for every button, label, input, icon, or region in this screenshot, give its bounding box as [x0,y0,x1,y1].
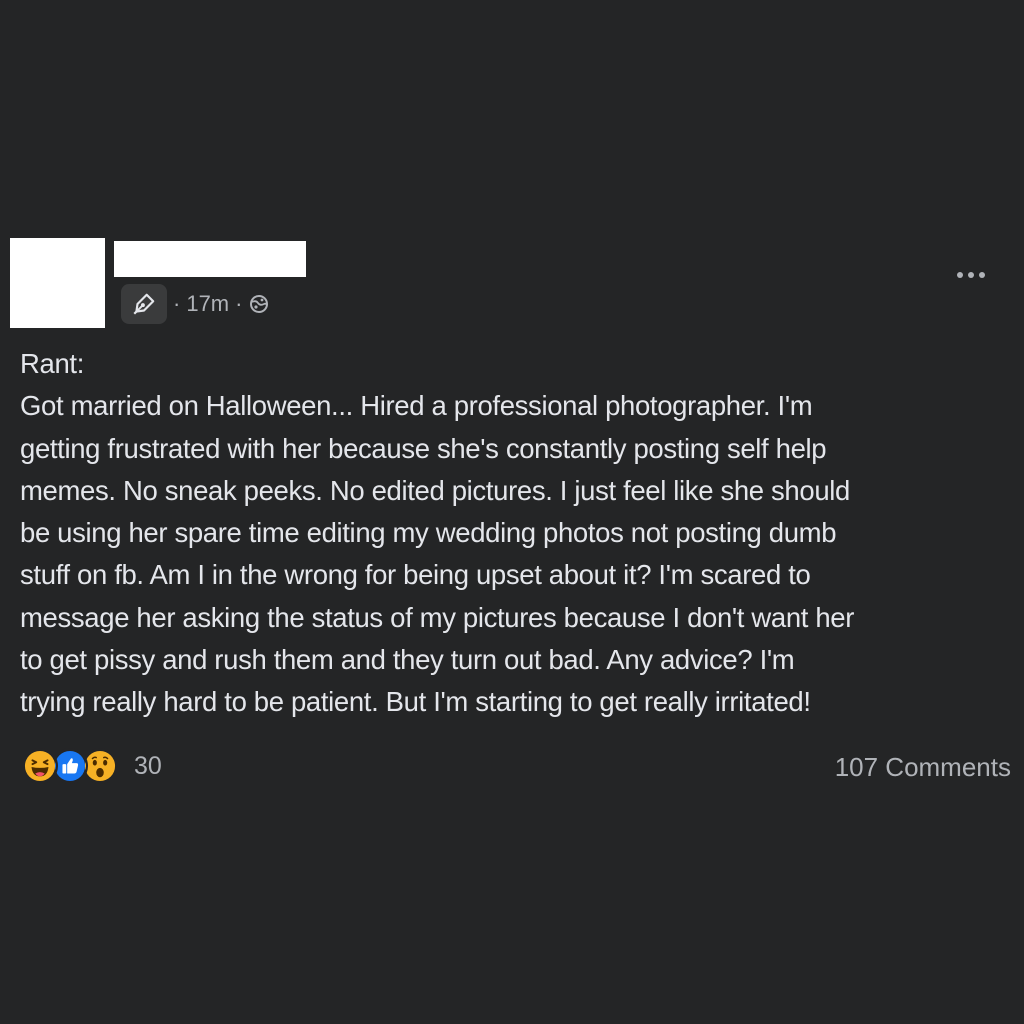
reaction-count[interactable]: 30 [134,752,162,781]
post-timestamp[interactable]: 17m [186,291,229,317]
author-name-redacted[interactable] [114,241,306,277]
post-body: Rant: Got married on Halloween... Hired … [20,343,1016,724]
globe-icon[interactable] [248,293,270,315]
avatar[interactable] [10,238,105,328]
post-text-line: getting frustrated with her because she'… [20,432,827,464]
comments-count-link[interactable]: 107 Comments [835,752,1011,783]
pen-nib-icon[interactable] [121,284,167,324]
facebook-post: · 17m · Rant: Got married on Halloween..… [0,0,1024,1024]
post-text-line: Rant: [20,348,84,379]
post-text-line: memes. No sneak peeks. No edited picture… [20,474,850,506]
post-text-line: be using her spare time editing my weddi… [20,517,837,549]
post-text-line: to get pissy and rush them and they turn… [20,644,795,676]
post-text-line: trying really hard to be patient. But I'… [20,686,811,718]
post-text-line: stuff on fb. Am I in the wrong for being… [20,559,811,591]
meta-separator: · [173,291,181,316]
reactions-summary[interactable]: 30 [22,748,162,784]
more-options-icon [957,272,963,278]
haha-reaction-icon [22,748,58,784]
post-meta: · 17m · [121,284,270,324]
post-text-line: Got married on Halloween... Hired a prof… [20,390,813,422]
post-text-line: message her asking the status of my pict… [20,601,855,633]
meta-separator: · [235,291,243,316]
more-options-button[interactable] [948,260,994,290]
